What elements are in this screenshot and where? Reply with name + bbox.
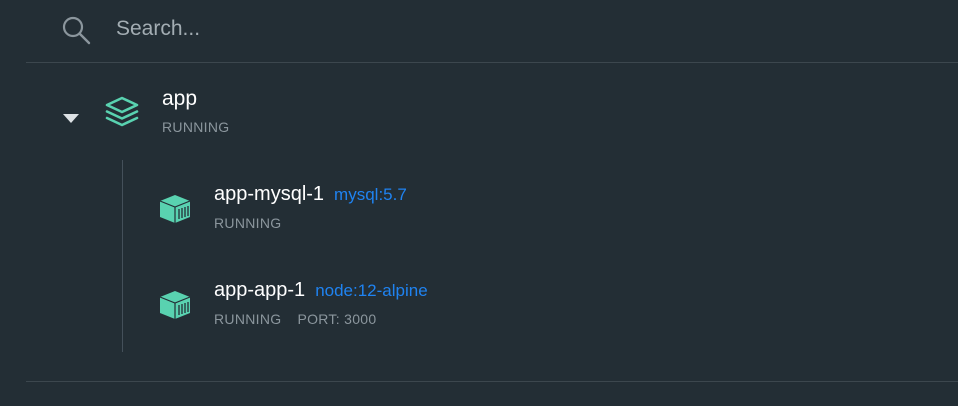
search-input[interactable]: [112, 12, 720, 46]
divider: [26, 381, 958, 382]
container-image-link[interactable]: mysql:5.7: [334, 185, 407, 204]
stack-icon: [104, 95, 140, 129]
container-name[interactable]: app-app-1: [214, 279, 305, 301]
caret-down-icon[interactable]: [62, 111, 80, 123]
container-image-link[interactable]: node:12-alpine: [315, 281, 427, 300]
container-icon: [158, 290, 192, 320]
container-icon: [158, 194, 192, 224]
search-icon: [60, 14, 92, 46]
container-port[interactable]: PORT: 3000: [297, 311, 376, 327]
container-name[interactable]: app-mysql-1: [214, 183, 324, 205]
container-status: RUNNING: [214, 215, 282, 231]
tree-line: [122, 160, 123, 352]
container-row-app-app-1[interactable]: app-app-1 node:12-alpine RUNNING PORT: 300…: [150, 274, 850, 344]
container-name-line: app-mysql-1 mysql:5.7: [214, 182, 407, 207]
container-row-app-mysql-1[interactable]: app-mysql-1 mysql:5.7 RUNNING: [150, 178, 850, 248]
app-status: RUNNING: [162, 119, 230, 135]
container-status-line: RUNNING: [214, 214, 281, 232]
app-name[interactable]: app: [162, 86, 197, 112]
container-status: RUNNING: [214, 311, 282, 327]
containers-panel: app RUNNING app-mysql-1 mysql:5.7 RUNNING: [0, 0, 958, 406]
container-status-line: RUNNING PORT: 3000: [214, 310, 376, 328]
container-name-line: app-app-1 node:12-alpine: [214, 278, 428, 303]
search-bar: [26, 0, 958, 63]
